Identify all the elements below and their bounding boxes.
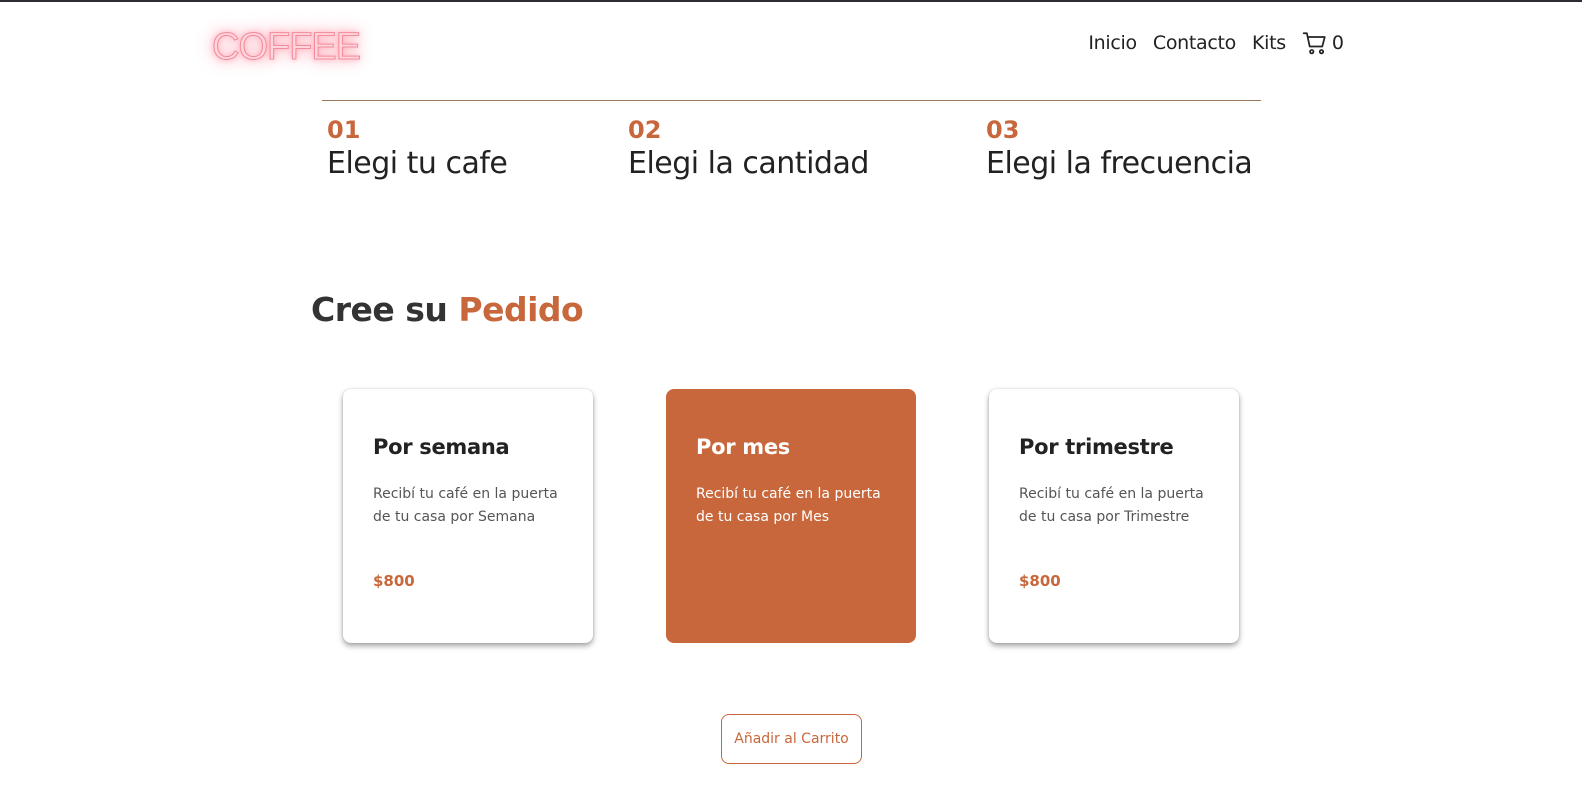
main-nav: Inicio Contacto Kits 0 — [1088, 30, 1344, 56]
step-title: Elegi la frecuencia — [986, 146, 1253, 181]
plan-card-weekly[interactable]: Por semana Recibí tu café en la puerta d… — [343, 389, 593, 643]
plan-description: Recibí tu café en la puerta de tu casa p… — [1019, 486, 1204, 525]
step-3: 03 Elegi la frecuencia — [986, 116, 1253, 181]
step-number: 01 — [327, 116, 361, 144]
coffee-logo[interactable]: COFFEE — [211, 26, 361, 69]
cart-count: 0 — [1331, 32, 1344, 54]
step-1: 01 Elegi tu cafe — [327, 116, 508, 181]
shopping-cart-icon — [1302, 32, 1326, 55]
step-number: 02 — [628, 116, 662, 144]
add-to-cart-button[interactable]: Añadir al Carrito — [721, 714, 862, 764]
plan-price: $800 — [1019, 572, 1061, 590]
step-title: Elegi tu cafe — [327, 146, 508, 181]
plan-title: Por trimestre — [1019, 435, 1174, 459]
plan-title: Por semana — [373, 435, 510, 459]
section-divider — [322, 100, 1261, 101]
top-border — [0, 0, 1582, 2]
step-title: Elegi la cantidad — [628, 146, 869, 181]
plan-description: Recibí tu café en la puerta de tu casa p… — [696, 486, 881, 525]
nav-link-contacto[interactable]: Contacto — [1153, 32, 1236, 54]
order-heading-prefix: Cree su — [311, 290, 448, 329]
nav-link-kits[interactable]: Kits — [1252, 32, 1286, 54]
plan-description: Recibí tu café en la puerta de tu casa p… — [373, 486, 558, 525]
order-heading-accent: Pedido — [458, 290, 584, 329]
step-number: 03 — [986, 116, 1020, 144]
order-heading: Cree su Pedido — [311, 290, 584, 329]
plan-title: Por mes — [696, 435, 791, 459]
cart-button[interactable]: 0 — [1302, 30, 1344, 56]
plan-card-monthly[interactable]: Por mes Recibí tu café en la puerta de t… — [666, 389, 916, 643]
nav-link-inicio[interactable]: Inicio — [1088, 32, 1137, 54]
plan-price: $800 — [373, 572, 415, 590]
plan-card-quarterly[interactable]: Por trimestre Recibí tu café en la puert… — [989, 389, 1239, 643]
step-2: 02 Elegi la cantidad — [628, 116, 869, 181]
